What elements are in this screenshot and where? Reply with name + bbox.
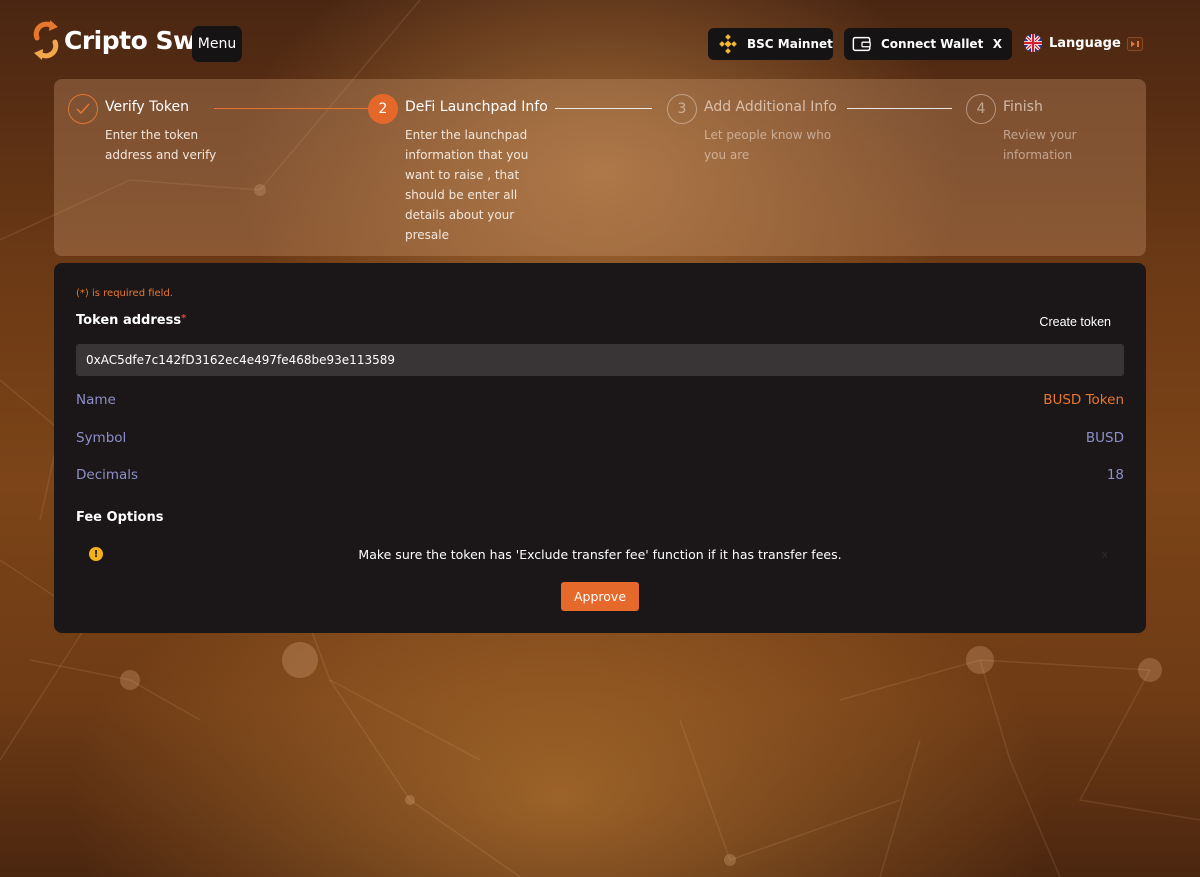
warning-message: Make sure the token has 'Exclude transfe… [358,547,842,562]
network-selector-button[interactable]: BSC Mainnet [708,28,833,60]
step-title: Add Additional Info [704,99,837,115]
top-header: Cripto Swap Menu BSC Mainnet Connect Wal… [0,0,1200,86]
info-value: BUSD [1085,430,1124,446]
language-label: Language [1049,35,1121,51]
step-connector [214,108,368,109]
info-key: Name [76,392,116,408]
info-value: BUSD Token [1043,392,1124,408]
wallet-close-icon[interactable]: X [993,37,1002,51]
connect-wallet-button[interactable]: Connect Wallet X [844,28,1012,60]
step-number: 2 [368,94,398,124]
step-number: 3 [667,94,697,124]
token-name-row: Name BUSD Token [76,392,1124,412]
step-description: Enter the launchpad information that you… [405,128,529,242]
info-key: Symbol [76,430,127,446]
step-title: Finish [1003,99,1043,115]
step-connector [847,108,952,109]
step-description: Let people know who you are [704,128,832,162]
info-key: Decimals [76,467,139,483]
required-star: * [181,313,187,324]
step-title: Verify Token [105,99,189,115]
close-icon[interactable]: x [1101,548,1108,561]
token-symbol-row: Symbol BUSD [76,430,1124,450]
connect-wallet-label: Connect Wallet [881,37,984,51]
approve-button[interactable]: Approve [561,582,639,611]
token-address-input[interactable] [76,344,1124,376]
step-description: Enter the token address and verify [105,128,217,162]
fee-options-label: Fee Options [76,510,164,525]
step-description: Review your information [1003,128,1077,162]
warning-icon: ! [89,547,103,561]
uk-flag-icon [1024,34,1042,52]
network-label: BSC Mainnet [747,37,833,51]
required-field-note: (*) is required field. [76,288,173,299]
step-number: 4 [966,94,996,124]
token-form-panel: (*) is required field. Token address* Cr… [54,263,1146,633]
step-connector [555,108,652,109]
binance-icon [719,34,737,54]
create-token-button[interactable]: Create token [1039,315,1111,329]
token-address-label-text: Token address [76,313,182,328]
checkmark-icon [76,103,90,115]
theme-toggle-icon[interactable] [1127,37,1143,51]
launchpad-stepper: Verify Token Enter the token address and… [54,79,1146,256]
language-selector[interactable]: Language [1024,34,1121,52]
token-address-label: Token address* [76,313,186,328]
menu-button[interactable]: Menu [192,26,242,62]
step-circle [68,94,98,124]
wallet-icon [852,36,871,52]
step-title: DeFi Launchpad Info [405,99,548,115]
info-value: 18 [1106,467,1124,483]
token-decimals-row: Decimals 18 [76,467,1124,487]
swap-arrows-icon [33,20,59,60]
